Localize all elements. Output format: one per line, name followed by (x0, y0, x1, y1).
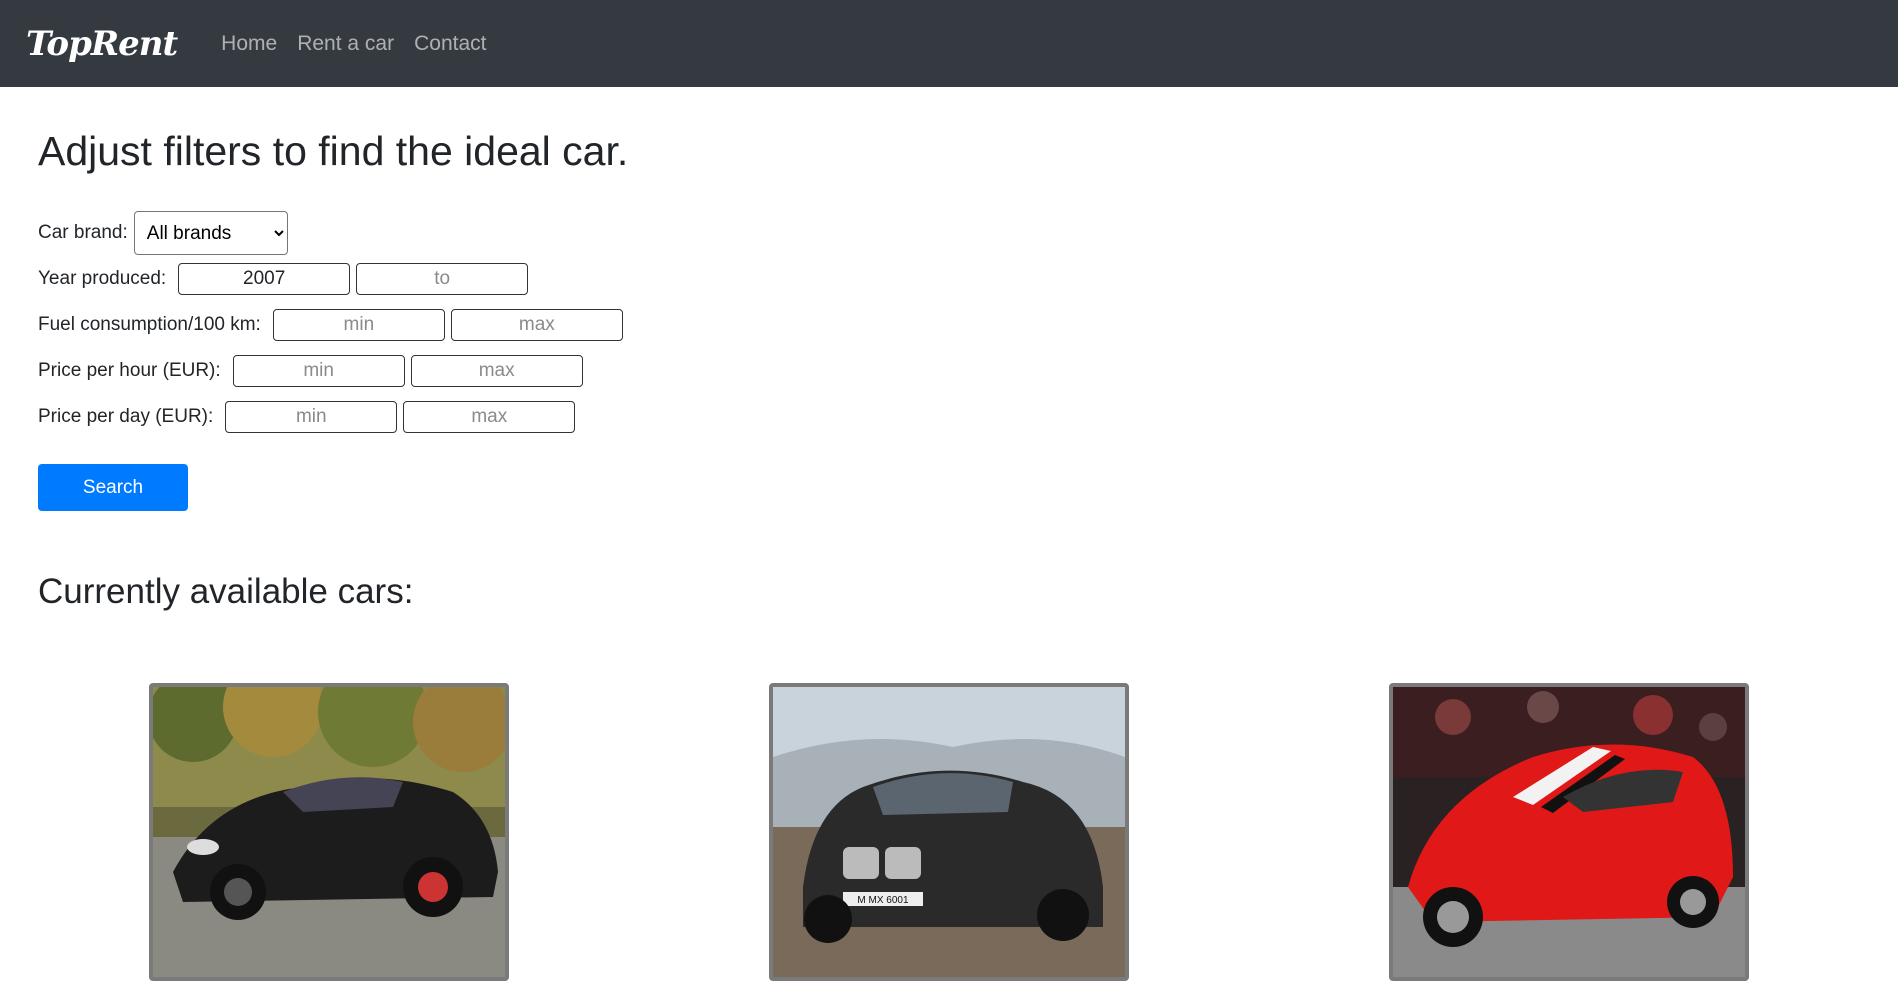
day-price-max-input[interactable] (403, 401, 576, 434)
brand-logo[interactable]: TopRent (26, 24, 178, 64)
navbar: TopRent Home Rent a car Contact (0, 0, 1898, 87)
brand-select[interactable]: All brands (133, 211, 288, 256)
fuel-min-input[interactable] (272, 309, 445, 342)
nav-links: Home Rent a car Contact (211, 32, 496, 56)
fuel-max-input[interactable] (450, 309, 623, 342)
car-photo-porsche (153, 687, 505, 978)
year-from-input[interactable] (178, 263, 351, 296)
search-button[interactable]: Search (38, 464, 188, 512)
fuel-filter-label: Fuel consumption/100 km: (38, 314, 261, 336)
hour-price-filter-row: Price per hour (EUR): (38, 348, 1860, 394)
brand-filter-row: Car brand: All brands (38, 210, 1860, 256)
nav-link-home[interactable]: Home (211, 32, 287, 56)
year-filter-row: Year produced: (38, 256, 1860, 302)
nav-link-contact[interactable]: Contact (404, 32, 496, 56)
day-price-filter-row: Price per day (EUR): (38, 394, 1860, 440)
day-price-min-input[interactable] (225, 401, 398, 434)
nav-link-rent-a-car[interactable]: Rent a car (287, 32, 404, 56)
year-filter-label: Year produced: (38, 268, 167, 290)
available-cars-title: Currently available cars: (38, 572, 414, 612)
car-cards: M MX 6001 (38, 683, 1860, 983)
license-plate: M MX 6001 (857, 895, 909, 906)
car-card-bmw[interactable]: M MX 6001 (769, 683, 1129, 982)
year-to-input[interactable] (356, 263, 529, 296)
day-price-filter-label: Price per day (EUR): (38, 406, 214, 428)
hour-price-min-input[interactable] (232, 355, 405, 388)
fuel-filter-row: Fuel consumption/100 km: (38, 302, 1860, 348)
brand-filter-label: Car brand: (38, 222, 128, 244)
hour-price-max-input[interactable] (410, 355, 583, 388)
car-card-ferrari[interactable] (1389, 683, 1749, 982)
filters-form: Car brand: All brands Year produced: Fue… (38, 210, 1860, 512)
car-photo-bmw: M MX 6001 (773, 687, 1125, 978)
car-photo-ferrari (1393, 687, 1745, 978)
car-card-porsche[interactable] (149, 683, 509, 982)
main-content: Adjust filters to find the ideal car. Ca… (0, 127, 1898, 983)
page-title: Adjust filters to find the ideal car. (38, 128, 629, 174)
hour-price-filter-label: Price per hour (EUR): (38, 360, 221, 382)
